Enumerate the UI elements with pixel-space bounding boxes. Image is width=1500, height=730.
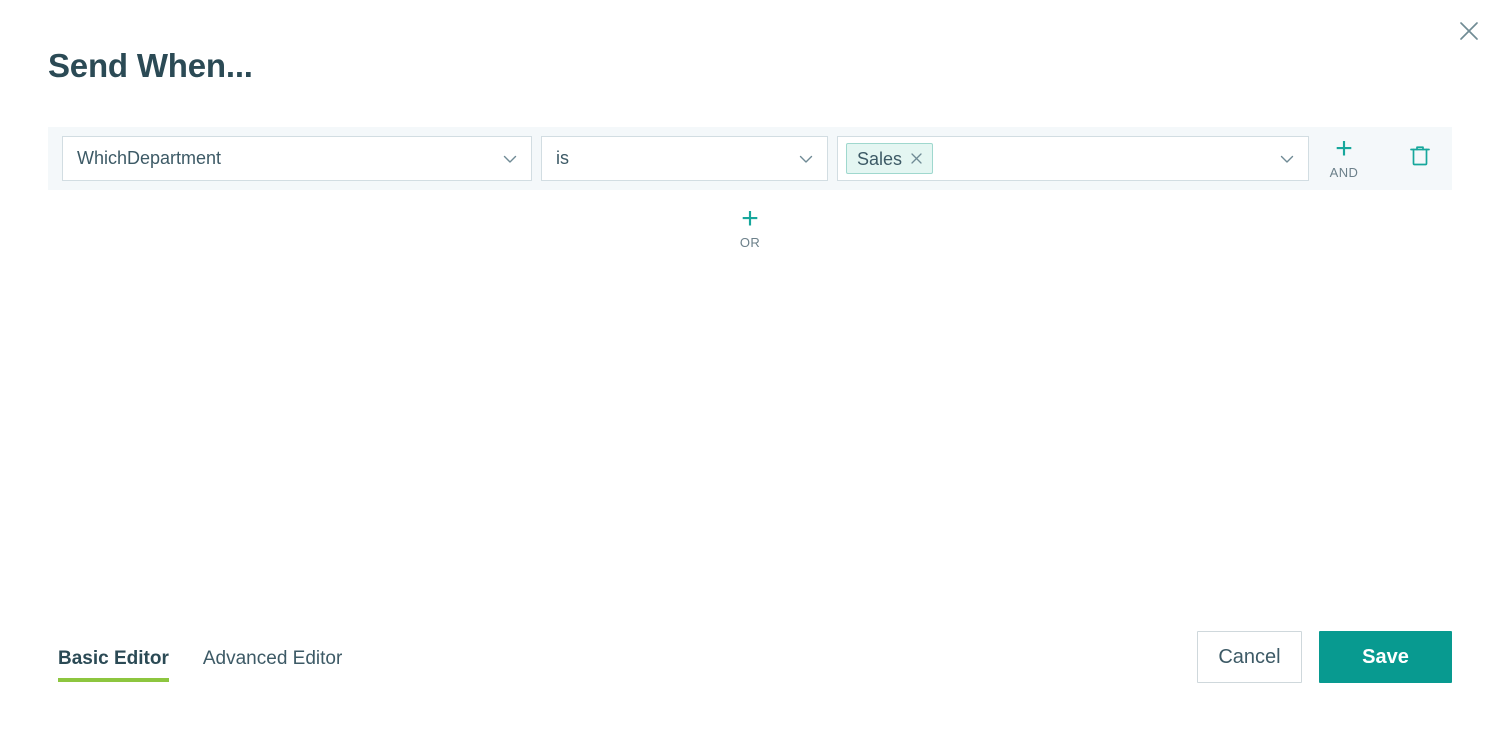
value-select[interactable]: Sales [837, 136, 1309, 181]
plus-icon: + [741, 202, 759, 235]
add-or-condition-button[interactable]: + OR [727, 202, 773, 250]
chevron-down-icon [501, 150, 519, 168]
dialog-actions: Cancel Save [1197, 631, 1452, 683]
send-when-dialog: Send When... WhichDepartment is Sales + … [0, 0, 1500, 730]
value-chip-label: Sales [857, 148, 903, 169]
tab-advanced-editor[interactable]: Advanced Editor [203, 648, 342, 682]
operator-select-value: is [556, 148, 569, 168]
tab-basic-editor-label: Basic Editor [58, 648, 169, 669]
value-chip-sales[interactable]: Sales [846, 143, 934, 174]
attribute-select[interactable]: WhichDepartment [62, 136, 532, 181]
delete-row-button[interactable] [1403, 142, 1437, 176]
add-and-condition-button[interactable]: + AND [1321, 132, 1367, 180]
trash-icon [1409, 144, 1431, 173]
page-title: Send When... [48, 47, 253, 84]
filter-row: WhichDepartment is Sales + AND [48, 127, 1452, 190]
tab-basic-editor[interactable]: Basic Editor [58, 648, 169, 682]
close-icon [1457, 19, 1481, 43]
chip-remove-close-icon[interactable] [909, 152, 923, 166]
close-button[interactable] [1452, 14, 1486, 48]
editor-mode-tabs: Basic Editor Advanced Editor [58, 648, 342, 682]
tab-advanced-editor-label: Advanced Editor [202, 648, 343, 669]
save-button[interactable]: Save [1319, 631, 1452, 683]
operator-select[interactable]: is [541, 136, 828, 181]
add-and-label: AND [1329, 165, 1359, 180]
chevron-down-icon [797, 150, 815, 168]
plus-icon: + [1335, 132, 1353, 165]
chevron-down-icon [1278, 150, 1296, 168]
add-or-label: OR [739, 235, 761, 250]
attribute-select-value: WhichDepartment [77, 148, 222, 168]
cancel-button[interactable]: Cancel [1197, 631, 1302, 683]
